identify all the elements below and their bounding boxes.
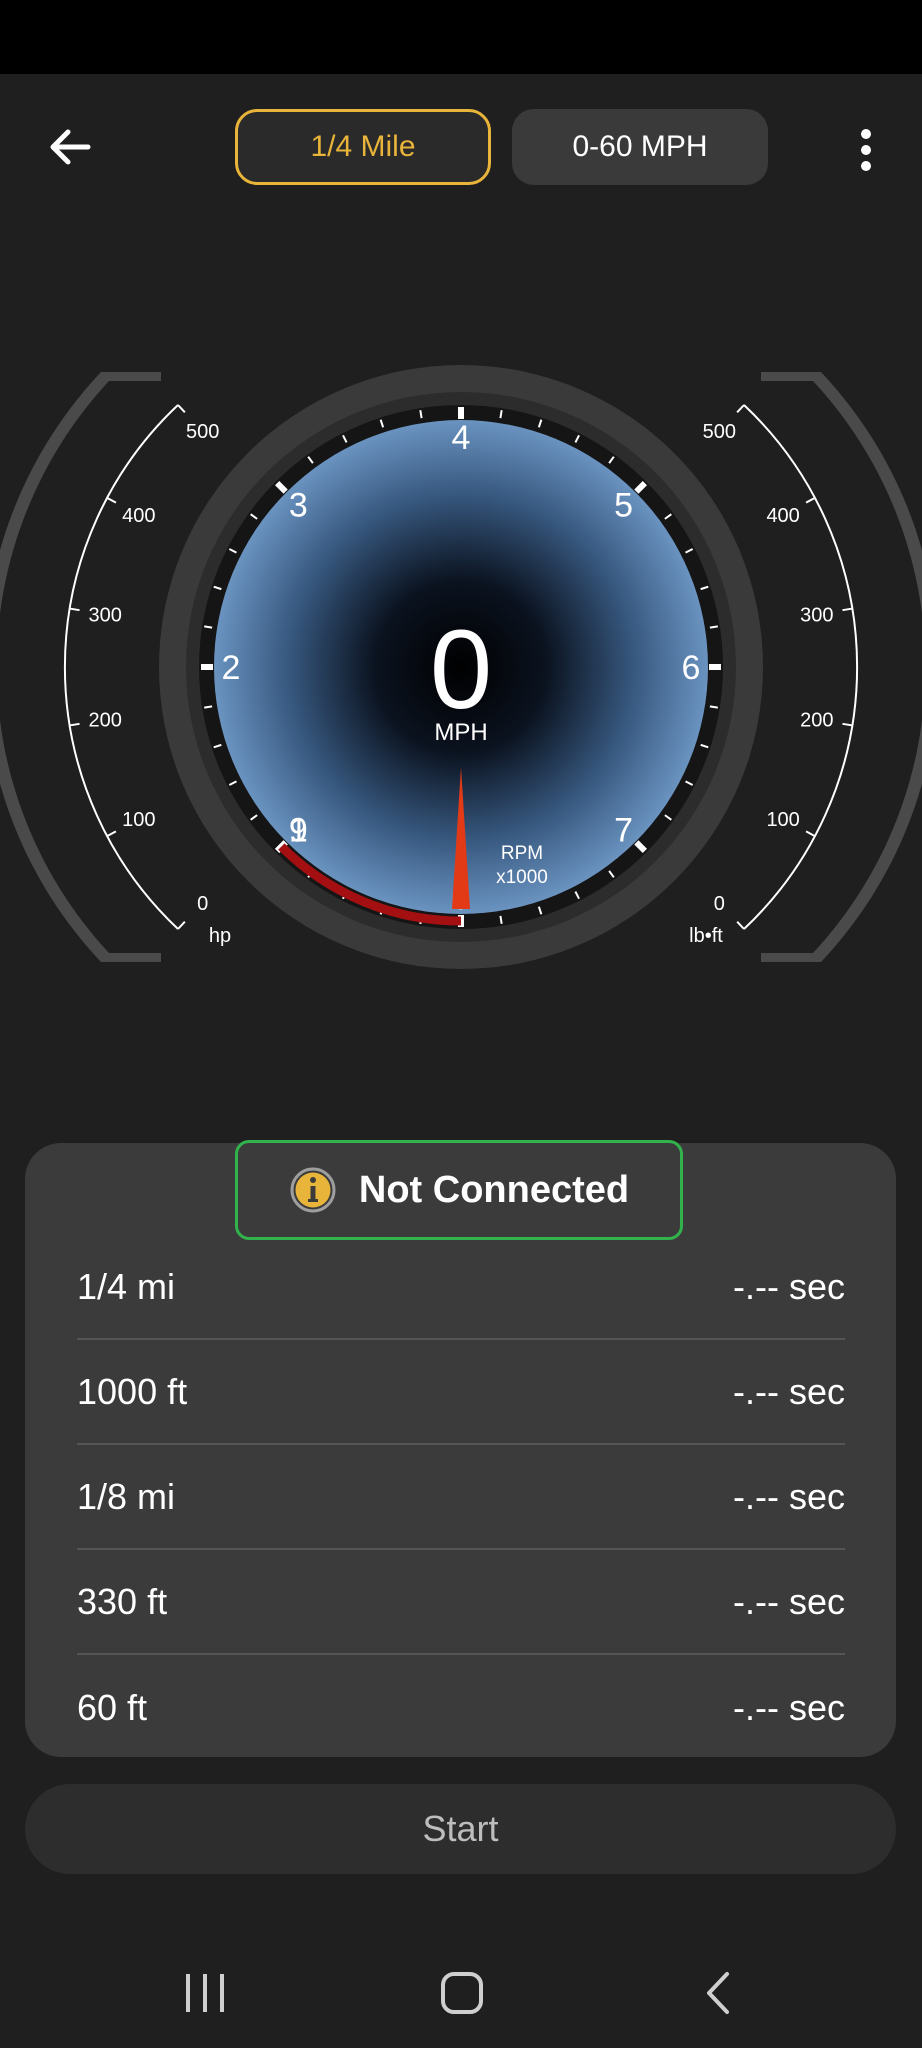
hp-gauge-tick-label: 300 (89, 604, 122, 626)
home-icon (441, 1972, 483, 2014)
torque-gauge-tick-label: 300 (800, 604, 833, 626)
arrow-left-icon (50, 129, 91, 165)
hp-gauge-tick-label: 0 (197, 893, 208, 915)
result-distance: 60 ft (77, 1686, 148, 1728)
info-icon (290, 1167, 336, 1213)
nav-back-button[interactable] (665, 1958, 775, 2028)
torque-gauge-tick (736, 921, 745, 930)
result-time: -.-- sec (733, 1686, 845, 1728)
rpm-minor-tick (499, 410, 503, 419)
rpm-minor-tick (709, 625, 718, 629)
app-bar: 1/4 Mile 0-60 MPH (0, 74, 922, 218)
hp-gauge-tick-label: 400 (122, 505, 155, 527)
home-button[interactable] (407, 1958, 517, 2028)
rpm-tick-label: 9 (289, 812, 308, 850)
hp-gauge-tick (177, 404, 186, 413)
rpm-minor-tick (419, 410, 423, 419)
rpm-tick-label: 6 (682, 649, 701, 687)
rpm-tick-label: 4 (452, 419, 471, 457)
result-time: -.-- sec (733, 1475, 845, 1517)
hp-gauge-tick (106, 830, 117, 838)
tab-quarter-mile[interactable]: 1/4 Mile (235, 109, 491, 185)
torque-gauge-tick-label: 200 (800, 710, 833, 732)
result-row-quarter-mile: 1/4 mi -.-- sec (77, 1235, 845, 1340)
more-vertical-icon (861, 129, 871, 171)
start-button[interactable]: Start (25, 1784, 896, 1874)
torque-gauge-tick (805, 830, 816, 838)
rpm-label: RPM (501, 843, 543, 864)
rpm-minor-tick (499, 915, 503, 924)
rpm-minor-tick (204, 625, 213, 629)
result-row-1000ft: 1000 ft -.-- sec (77, 1340, 845, 1445)
hp-gauge-tick-label: 200 (89, 710, 122, 732)
hp-gauge-tick (106, 496, 117, 504)
torque-gauge-frame (761, 372, 922, 962)
hp-gauge-frame (0, 372, 161, 962)
recent-apps-icon (186, 1974, 224, 2012)
torque-gauge-tick (842, 607, 853, 612)
torque-gauge-tick-label: 100 (766, 809, 799, 831)
rpm-minor-tick (204, 705, 213, 709)
hp-gauge-tick (69, 722, 80, 727)
chevron-left-icon (707, 1972, 729, 2014)
rpm-tick-label: 5 (614, 486, 633, 524)
rpm-tick-label: 2 (222, 649, 241, 687)
result-row-330ft: 330 ft -.-- sec (77, 1550, 845, 1655)
hp-gauge-tick-label: 500 (186, 421, 219, 443)
rpm-multiplier: x1000 (496, 867, 548, 888)
status-bar (0, 0, 922, 74)
connection-status-label: Not Connected (358, 1168, 630, 1211)
result-time: -.-- sec (733, 1370, 845, 1412)
recent-apps-button[interactable] (150, 1958, 260, 2028)
hp-gauge-tick (177, 921, 186, 930)
system-nav-bar (0, 1940, 922, 2048)
speed-value: 0 (430, 607, 492, 732)
hp-gauge-unit: hp (209, 925, 231, 947)
result-distance: 1000 ft (77, 1370, 188, 1412)
torque-gauge-tick-label: 400 (766, 505, 799, 527)
gauge-svg: 0100200300400500hp0100200300400500lb•ft … (0, 365, 922, 969)
torque-gauge-tick (736, 404, 745, 413)
gauge-cluster: 0 100 200 300 400 500 hp 0 100 200 300 400 500 lb•ft … (0, 340, 922, 1000)
more-options-button[interactable] (840, 114, 892, 186)
torque-gauge-tick (805, 496, 816, 504)
result-row-eighth-mile: 1/8 mi -.-- sec (77, 1445, 845, 1550)
result-time: -.-- sec (733, 1265, 845, 1307)
result-row-60ft: 60 ft -.-- sec (77, 1655, 845, 1760)
rpm-tick-label: 7 (614, 812, 633, 850)
torque-gauge-tick-label: 500 (703, 421, 736, 443)
torque-gauge-unit: lb•ft (689, 925, 723, 947)
torque-gauge-tick-label: 0 (714, 893, 725, 915)
result-distance: 330 ft (77, 1580, 168, 1622)
hp-gauge-tick-label: 100 (122, 809, 155, 831)
result-time: -.-- sec (733, 1580, 845, 1622)
tab-zero-sixty[interactable]: 0-60 MPH (512, 109, 768, 185)
back-button[interactable] (30, 111, 110, 183)
torque-gauge-tick (842, 722, 853, 727)
result-distance: 1/4 mi (77, 1265, 176, 1307)
hp-gauge-tick (69, 607, 80, 612)
result-distance: 1/8 mi (77, 1475, 176, 1517)
speed-unit: MPH (434, 719, 487, 746)
rpm-tick-label: 3 (289, 486, 308, 524)
rpm-minor-tick (709, 705, 718, 709)
connection-status-badge[interactable]: Not Connected (235, 1140, 683, 1240)
